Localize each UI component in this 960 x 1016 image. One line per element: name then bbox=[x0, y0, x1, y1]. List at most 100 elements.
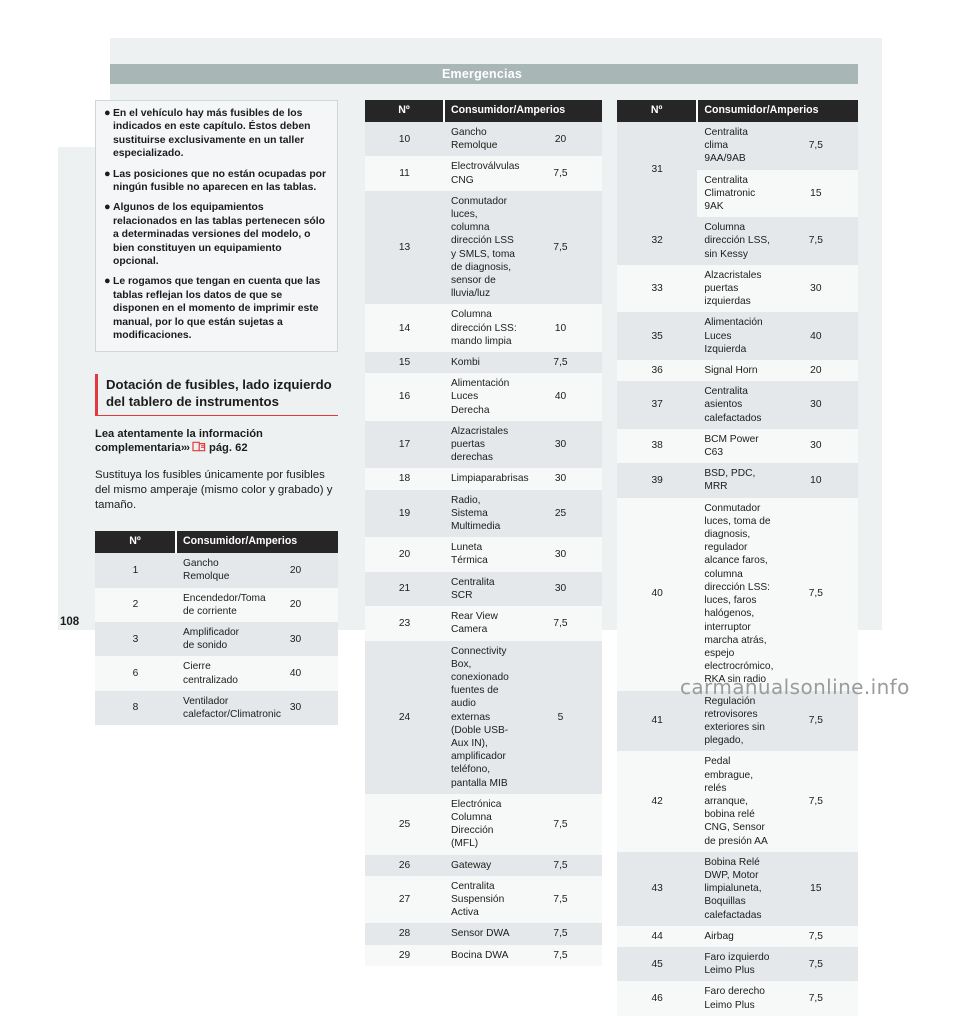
cell-consumer: Rear View Camera bbox=[444, 606, 523, 641]
right-column: Nº Consumidor/Amperios 31 Centralita clim… bbox=[617, 100, 858, 1016]
table-row: 25 Electrónica Columna Dirección (MFL) 7,5 bbox=[365, 793, 602, 855]
cell-consumer: Faro izquierdo Leimo Plus bbox=[697, 946, 778, 982]
cell-consumer: Centralita asientos calefactados bbox=[697, 381, 778, 429]
column-header-consumer: Consumidor/Amperios bbox=[444, 100, 602, 122]
cell-amperage: 7,5 bbox=[523, 606, 602, 641]
table-row: 43 Bobina Relé DWP, Motor limpialuneta, B… bbox=[617, 851, 858, 926]
cell-amperage: 7,5 bbox=[777, 981, 858, 1016]
cell-amperage: 25 bbox=[523, 489, 602, 538]
cell-consumer: Kombi bbox=[444, 352, 523, 374]
table-row: 2 Encendedor/Toma de corriente 20 bbox=[95, 587, 338, 622]
fuse-table-middle: Nº Consumidor/Amperios 10 Gancho Remolque… bbox=[365, 100, 602, 966]
column-header-number: Nº bbox=[95, 531, 177, 554]
bullet-icon: ● bbox=[104, 201, 111, 214]
cell-fuse-number: 29 bbox=[365, 944, 444, 966]
cell-consumer: Amplificador de sonido bbox=[176, 621, 257, 657]
table-row: 16 Alimentación Luces Derecha 40 bbox=[365, 373, 602, 421]
cell-consumer: Conmutador luces, columna dirección LSS … bbox=[444, 190, 523, 305]
table-row: 44 Airbag 7,5 bbox=[617, 925, 858, 947]
cell-fuse-number: 44 bbox=[617, 925, 698, 947]
cell-fuse-number: 36 bbox=[617, 360, 698, 382]
watermark: carmanualsonline.info bbox=[680, 675, 910, 699]
table-row: 13 Conmutador luces, columna dirección LS… bbox=[365, 190, 602, 305]
cell-consumer: Bocina DWA bbox=[444, 944, 523, 966]
cell-consumer: Gateway bbox=[444, 854, 523, 876]
bullet-icon: ● bbox=[104, 275, 111, 288]
cell-consumer: Alzacristales puertas derechas bbox=[444, 420, 523, 469]
cell-fuse-number: 45 bbox=[617, 946, 698, 982]
running-header-title: Emergencias bbox=[442, 67, 523, 81]
table-header-row: Nº Consumidor/Amperios bbox=[617, 100, 858, 122]
cell-amperage: 7,5 bbox=[777, 217, 858, 265]
table-row: 26 Gateway 7,5 bbox=[365, 854, 602, 876]
cell-consumer: Encendedor/Toma de corriente bbox=[176, 587, 266, 622]
cell-amperage: 20 bbox=[257, 587, 338, 622]
cell-fuse-number: 20 bbox=[365, 537, 444, 572]
cell-fuse-number: 19 bbox=[365, 489, 444, 538]
table-row: 27 Centralita Suspensión Activa 7,5 bbox=[365, 875, 602, 924]
cell-fuse-number: 37 bbox=[617, 381, 698, 429]
table-row: 33 Alzacristales puertas izquierdas 30 bbox=[617, 264, 858, 313]
cell-amperage: 40 bbox=[523, 373, 602, 421]
table-row: 3 Amplificador de sonido 30 bbox=[95, 621, 338, 657]
column-header-consumer: Consumidor/Amperios bbox=[697, 100, 858, 122]
table-row: 10 Gancho Remolque 20 bbox=[365, 122, 602, 157]
book-reference-icon bbox=[192, 441, 207, 452]
section-block: Dotación de fusibles, lado izquierdo del… bbox=[95, 373, 338, 514]
cell-amperage: 30 bbox=[523, 420, 602, 469]
column-header-number: Nº bbox=[617, 100, 699, 122]
table-row: 28 Sensor DWA 7,5 bbox=[365, 923, 602, 945]
cell-fuse-number: 43 bbox=[617, 851, 698, 926]
table-row: 21 Centralita SCR 30 bbox=[365, 571, 602, 607]
cell-consumer: Alimentación Luces Derecha bbox=[444, 373, 523, 421]
cell-amperage: 7,5 bbox=[523, 190, 602, 305]
cell-amperage: 7,5 bbox=[523, 854, 602, 876]
cell-fuse-number: 26 bbox=[365, 854, 444, 876]
cell-fuse-number: 31 bbox=[617, 122, 698, 218]
cell-amperage: 7,5 bbox=[777, 751, 858, 852]
cell-fuse-number: 33 bbox=[617, 264, 698, 313]
cell-fuse-number: 21 bbox=[365, 571, 444, 607]
table-row: 18 Limpiaparabrisas 30 bbox=[365, 468, 602, 490]
table-row: 45 Faro izquierdo Leimo Plus 7,5 bbox=[617, 946, 858, 982]
cell-consumer: Centralita Climatronic 9AK bbox=[697, 169, 778, 218]
table-row: 42 Pedal embrague, relés arranque, bobina… bbox=[617, 751, 858, 852]
cell-fuse-number: 3 bbox=[95, 621, 176, 657]
cell-consumer: Gancho Remolque bbox=[444, 122, 523, 157]
cell-amperage: 7,5 bbox=[523, 923, 602, 945]
cell-consumer: Conmutador luces, toma de diagnosis, reg… bbox=[697, 497, 778, 691]
cell-amperage: 30 bbox=[523, 571, 602, 607]
cell-fuse-number: 11 bbox=[365, 156, 444, 191]
cell-amperage: 20 bbox=[257, 553, 338, 588]
note-item: ● Le rogamos que tengan en cuenta que la… bbox=[104, 275, 329, 342]
table-row: 37 Centralita asientos calefactados 30 bbox=[617, 381, 858, 429]
cell-consumer: Centralita clima 9AA/9AB bbox=[697, 122, 778, 170]
cell-amperage: 15 bbox=[777, 169, 858, 218]
bullet-icon: ● bbox=[104, 167, 111, 180]
cross-reference-page[interactable]: pág. 62 bbox=[209, 442, 248, 454]
cell-fuse-number: 46 bbox=[617, 981, 698, 1016]
cell-fuse-number: 28 bbox=[365, 923, 444, 945]
cell-fuse-number: 2 bbox=[95, 587, 176, 622]
cell-consumer: Limpiaparabrisas bbox=[444, 468, 529, 490]
table-row: 29 Bocina DWA 7,5 bbox=[365, 944, 602, 966]
table-body-left: 1 Gancho Remolque 20 2 Encendedor/Toma de co… bbox=[95, 553, 338, 726]
note-callout-box: ● En el vehículo hay más fusibles de los… bbox=[95, 100, 338, 352]
table-row: 6 Cierre centralizado 40 bbox=[95, 656, 338, 691]
table-row: 24 Connectivity Box, conexionado fuentes … bbox=[365, 640, 602, 794]
cell-fuse-number: 42 bbox=[617, 751, 698, 852]
cell-amperage: 30 bbox=[257, 621, 338, 657]
cell-fuse-number: 24 bbox=[365, 640, 444, 794]
table-row: 19 Radio, Sistema Multimedia 25 bbox=[365, 489, 602, 538]
table-row: 40 Conmutador luces, toma de diagnosis, r… bbox=[617, 497, 858, 691]
table-body-right: 31 Centralita clima 9AA/9AB 7,5 Centralita … bbox=[617, 122, 858, 1016]
cell-fuse-number: 6 bbox=[95, 656, 176, 691]
table-row: 20 Luneta Térmica 30 bbox=[365, 537, 602, 572]
cell-consumer: Alzacristales puertas izquierdas bbox=[697, 264, 778, 313]
bullet-icon: ● bbox=[104, 107, 111, 119]
note-item: ● En el vehículo hay más fusibles de los… bbox=[104, 107, 329, 161]
cell-amperage: 30 bbox=[777, 264, 858, 313]
left-column: ● En el vehículo hay más fusibles de los… bbox=[95, 100, 338, 726]
table-row: 31 Centralita clima 9AA/9AB 7,5 bbox=[617, 122, 858, 218]
cell-amperage: 7,5 bbox=[777, 925, 858, 947]
